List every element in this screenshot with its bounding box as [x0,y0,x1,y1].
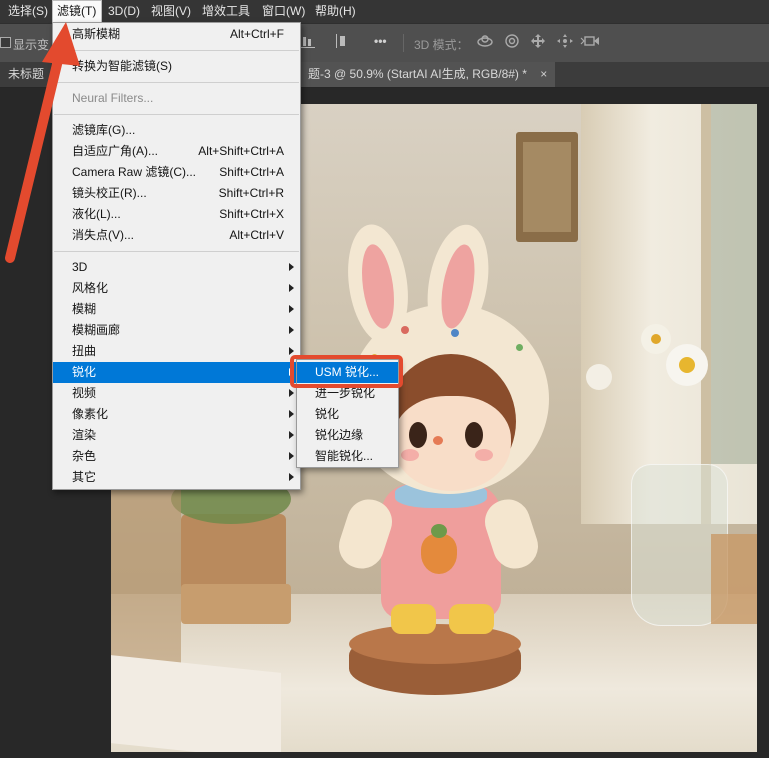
menu-item-label: 锐化 [72,365,97,379]
menu-item-label: 杂色 [72,449,97,463]
submenu-arrow-icon [289,389,294,397]
menu-item-sharpen[interactable]: 锐化 [53,362,300,383]
menu-item-shortcut: Shift+Ctrl+R [218,186,284,200]
menu-item-stylize[interactable]: 风格化 [53,278,300,299]
menu-item-label: 镜头校正(R)... [72,186,147,200]
menu-item-label: 其它 [72,470,97,484]
menu-item-lens-correction[interactable]: 镜头校正(R)... Shift+Ctrl+R [53,183,300,204]
menu-view[interactable]: 视图(V) [147,0,195,23]
tab-active-document[interactable]: 题-3 @ 50.9% (StartAI AI生成, RGB/8#) * × [300,62,556,87]
3d-scale-camera-icon[interactable] [580,33,600,53]
menu-item-filter-gallery[interactable]: 滤镜库(G)... [53,120,300,141]
menu-item-label: 3D [72,260,88,274]
submenu-item-label: 锐化边缘 [315,428,364,442]
menu-window[interactable]: 窗口(W) [258,0,309,23]
submenu-arrow-icon [289,452,294,460]
tab-untitled[interactable]: 未标题 [8,62,44,87]
menu-help[interactable]: 帮助(H) [311,0,360,23]
submenu-arrow-icon [289,305,294,313]
menu-item-label: 转换为智能滤镜(S) [72,59,172,73]
show-transform-label: 显示变 [13,38,50,52]
divider [403,34,404,52]
filter-menu-dropdown: 高斯模糊 Alt+Ctrl+F 转换为智能滤镜(S) Neural Filter… [52,22,301,490]
submenu-arrow-icon [289,473,294,481]
menu-item-shortcut: Shift+Ctrl+X [219,207,284,221]
menu-bar: 选择(S) 滤镜(T) 3D(D) 视图(V) 增效工具 窗口(W) 帮助(H) [0,0,769,23]
menu-item-label: Camera Raw 滤镜(C)... [72,165,197,179]
menu-separator [54,251,299,252]
menu-item-convert-smart-filter[interactable]: 转换为智能滤镜(S) [53,56,300,77]
menu-item-adaptive-wide-angle[interactable]: 自适应广角(A)... Alt+Shift+Ctrl+A [53,141,300,162]
menu-item-label: 视频 [72,386,97,400]
menu-item-gaussian-blur[interactable]: 高斯模糊 Alt+Ctrl+F [53,24,300,45]
menu-item-distort[interactable]: 扭曲 [53,341,300,362]
menu-3d[interactable]: 3D(D) [104,0,144,23]
3d-pan-icon[interactable] [528,33,548,53]
menu-item-label: 模糊 [72,302,97,316]
submenu-arrow-icon [289,263,294,271]
menu-item-shortcut: Alt+Ctrl+V [229,228,284,242]
menu-item-camera-raw[interactable]: Camera Raw 滤镜(C)... Shift+Ctrl+A [53,162,300,183]
menu-item-3d[interactable]: 3D [53,257,300,278]
menu-item-blur[interactable]: 模糊 [53,299,300,320]
menu-item-label: Neural Filters... [72,91,154,105]
menu-item-label: 像素化 [72,407,109,421]
menu-item-shortcut: Shift+Ctrl+A [219,165,284,179]
3d-slide-icon[interactable] [555,33,575,53]
show-transform-checkbox[interactable] [0,37,11,48]
menu-item-render[interactable]: 渲染 [53,425,300,446]
menu-item-blur-gallery[interactable]: 模糊画廊 [53,320,300,341]
menu-item-video[interactable]: 视频 [53,383,300,404]
menu-select[interactable]: 选择(S) [4,0,52,23]
menu-item-shortcut: Alt+Shift+Ctrl+A [198,144,284,158]
submenu-item-sharpen[interactable]: 锐化 [297,404,398,425]
menu-item-label: 自适应广角(A)... [72,144,158,158]
menu-item-shortcut: Alt+Ctrl+F [229,27,284,41]
menu-item-vanishing-point[interactable]: 消失点(V)... Alt+Ctrl+V [53,225,300,246]
menu-item-label: 渲染 [72,428,97,442]
menu-item-label: 高斯模糊 [72,27,121,41]
menu-item-label: 滤镜库(G)... [72,123,136,137]
menu-item-pixelate[interactable]: 像素化 [53,404,300,425]
menu-item-label: 扭曲 [72,344,97,358]
3d-mode-label: 3D 模式： [414,38,469,52]
submenu-item-label: 智能锐化... [315,449,374,463]
menu-item-other[interactable]: 其它 [53,467,300,488]
menu-separator [54,50,299,51]
tab-close-icon[interactable]: × [540,67,547,81]
menu-filter[interactable]: 滤镜(T) [52,0,102,23]
annotation-highlight-box [290,355,403,388]
menu-item-label: 液化(L)... [72,207,121,221]
menu-item-label: 消失点(V)... [72,228,134,242]
distribute-horizontal-icon[interactable] [332,33,352,53]
menu-item-liquify[interactable]: 液化(L)... Shift+Ctrl+X [53,204,300,225]
menu-item-label: 模糊画廊 [72,323,121,337]
menu-item-label: 风格化 [72,281,109,295]
menu-separator [54,114,299,115]
submenu-arrow-icon [289,326,294,334]
3d-roll-icon[interactable] [502,33,522,53]
distribute-bottom-icon[interactable] [298,33,318,53]
submenu-item-sharpen-edges[interactable]: 锐化边缘 [297,425,398,446]
submenu-arrow-icon [289,431,294,439]
menu-item-noise[interactable]: 杂色 [53,446,300,467]
submenu-arrow-icon [289,284,294,292]
menu-separator [54,82,299,83]
tab-active-document-label: 题-3 @ 50.9% (StartAI AI生成, RGB/8#) * [308,67,527,81]
submenu-arrow-icon [289,347,294,355]
submenu-item-label: 锐化 [315,407,340,421]
menu-plugins[interactable]: 增效工具 [198,0,254,23]
menu-item-neural-filters[interactable]: Neural Filters... [53,88,300,109]
3d-orbit-icon[interactable] [475,33,495,53]
submenu-arrow-icon [289,410,294,418]
submenu-item-smart-sharpen[interactable]: 智能锐化... [297,446,398,467]
more-options-icon[interactable]: ••• [374,34,387,48]
